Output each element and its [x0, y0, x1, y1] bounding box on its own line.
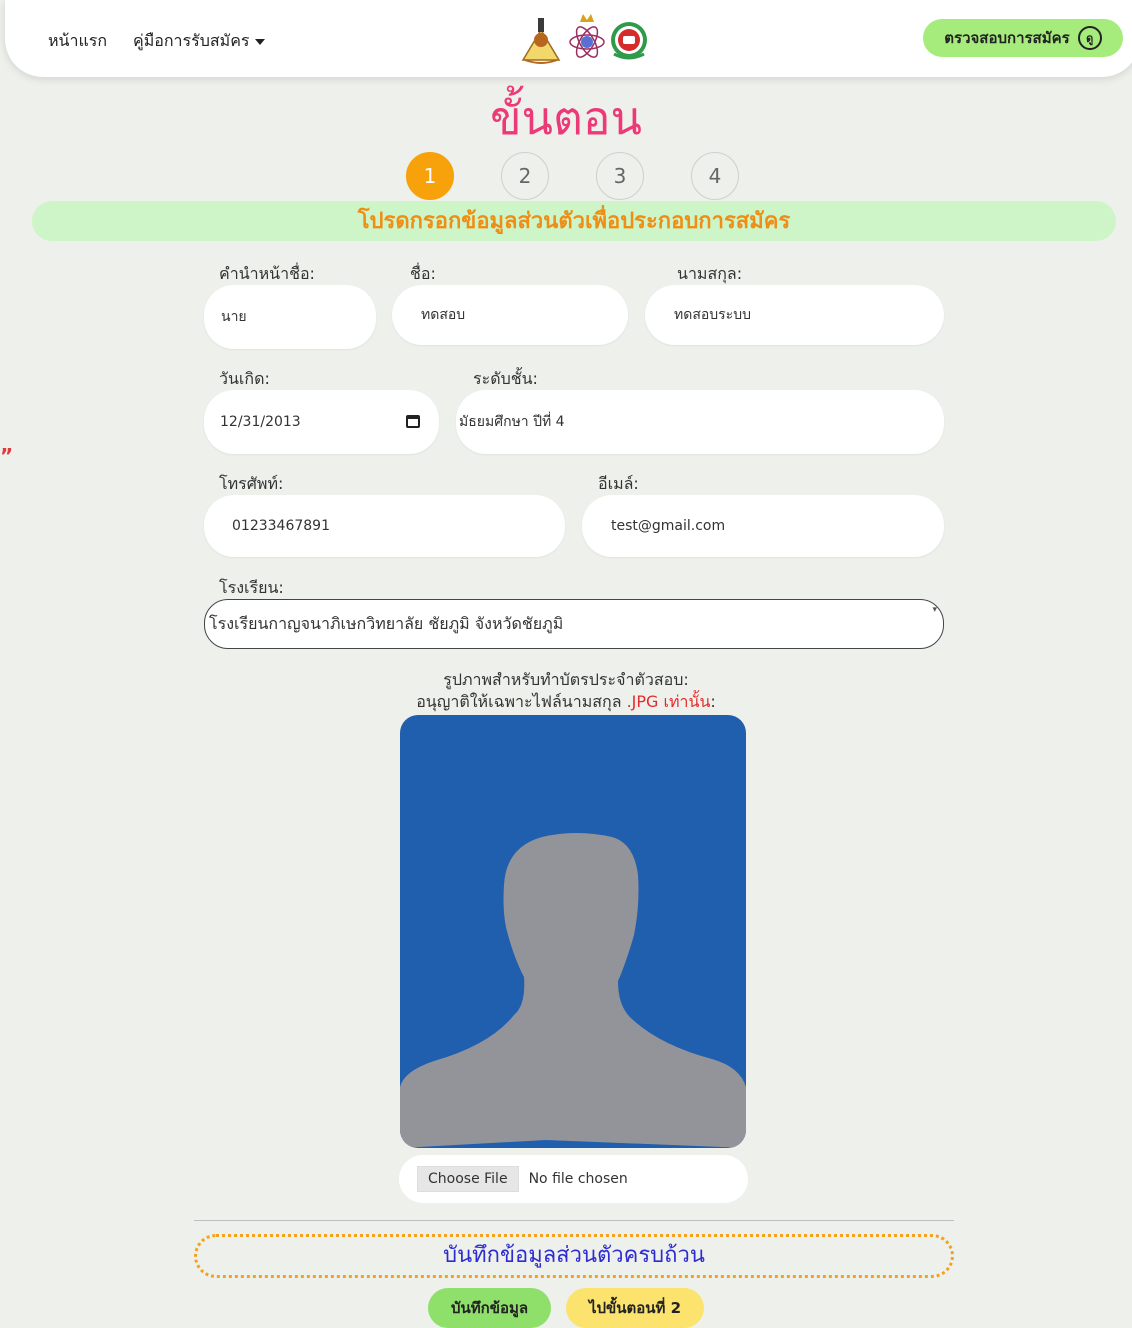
- choose-file-button[interactable]: Choose File: [417, 1166, 519, 1192]
- institution-logos: [521, 14, 647, 64]
- step-3[interactable]: 3: [596, 152, 644, 200]
- grade-label: ระดับชั้น:: [473, 369, 538, 388]
- calendar-icon[interactable]: [406, 415, 420, 428]
- nav-guide-label: คู่มือการรับสมัคร: [133, 31, 250, 50]
- photo-placeholder: [400, 715, 746, 1148]
- firstname-input[interactable]: ทดสอบ: [392, 285, 628, 345]
- file-upload[interactable]: Choose File No file chosen: [399, 1155, 748, 1203]
- step-1[interactable]: 1: [406, 152, 454, 200]
- school-select[interactable]: โรงเรียนกาญจนาภิเษกวิทยาลัย ชัยภูมิ จังห…: [204, 599, 944, 649]
- lastname-label: นามสกุล:: [677, 264, 743, 283]
- photo-caption-line2: อนุญาติให้เฉพาะไฟล์นามสกุล .JPG เท่านั้น…: [0, 691, 1132, 713]
- save-button[interactable]: บันทึกข้อมูล: [428, 1288, 551, 1328]
- school-value: โรงเรียนกาญจนาภิเษกวิทยาลัย ชัยภูมิ จังห…: [209, 613, 564, 633]
- prefix-select[interactable]: นาย: [204, 285, 376, 349]
- phone-input[interactable]: 01233467891: [204, 495, 565, 557]
- school-emblem-logo: [521, 18, 561, 64]
- photo-caption-suffix: :: [710, 692, 716, 711]
- email-value: test@gmail.com: [611, 518, 726, 534]
- chevron-down-icon: [255, 38, 266, 45]
- select-arrow-icon: ▾: [932, 605, 937, 615]
- nav-home-link[interactable]: หน้าแรก: [48, 29, 107, 54]
- page-title: ขั้นตอน: [490, 91, 642, 145]
- photo-caption-filetype: .JPG เท่านั้น: [626, 692, 711, 711]
- step-4[interactable]: 4: [691, 152, 739, 200]
- school-label: โรงเรียน:: [219, 578, 284, 597]
- check-application-label: ตรวจสอบการสมัคร: [944, 29, 1070, 47]
- phone-value: 01233467891: [232, 518, 330, 534]
- grade-value: มัธยมศึกษา ปีที่ 4: [459, 414, 565, 430]
- next-step-button[interactable]: ไปขั้นตอนที่ 2: [566, 1288, 704, 1328]
- science-atom-logo: [569, 14, 605, 58]
- prefix-value: นาย: [221, 309, 247, 325]
- file-status-text: No file chosen: [528, 1171, 628, 1187]
- photo-caption: รูปภาพสำหรับทำบัตรประจำตัวสอบ: อนุญาติให…: [0, 669, 1132, 713]
- photo-caption-line1: รูปภาพสำหรับทำบัตรประจำตัวสอบ:: [443, 670, 689, 689]
- birthdate-label: วันเกิด:: [219, 369, 270, 388]
- step-2[interactable]: 2: [501, 152, 549, 200]
- email-input[interactable]: test@gmail.com: [582, 495, 944, 557]
- complete-status-banner: บันทึกข้อมูลส่วนตัวครบถ้วน: [194, 1234, 954, 1278]
- lastname-value: ทดสอบระบบ: [674, 307, 751, 323]
- firstname-value: ทดสอบ: [421, 307, 466, 323]
- prefix-label: คำนำหน้าชื่อ:: [219, 264, 315, 283]
- birthdate-value: 12/31/2013: [220, 414, 301, 430]
- nav-guide-dropdown[interactable]: คู่มือการรับสมัคร: [133, 29, 266, 54]
- phone-label: โทรศัพท์:: [219, 474, 284, 493]
- birthdate-input[interactable]: 12/31/2013: [204, 390, 439, 454]
- email-label: อีเมล์:: [598, 474, 639, 493]
- photo-caption-prefix: อนุญาติให้เฉพาะไฟล์นามสกุล: [416, 692, 627, 711]
- section-banner: โปรดกรอกข้อมูลส่วนตัวเพื่อประกอบการสมัคร: [32, 201, 1116, 241]
- grade-select[interactable]: มัธยมศึกษา ปีที่ 4: [456, 390, 944, 454]
- check-application-button[interactable]: ตรวจสอบการสมัคร ดู: [923, 19, 1123, 57]
- stray-quote-mark: ”: [0, 444, 14, 468]
- firstname-label: ชื่อ:: [410, 264, 436, 283]
- lastname-input[interactable]: ทดสอบระบบ: [645, 285, 944, 345]
- divider: [194, 1220, 954, 1221]
- school-seal-logo: [611, 22, 647, 60]
- view-icon: ดู: [1077, 26, 1102, 50]
- top-navbar: หน้าแรก คู่มือการรับสมัคร ตรวจสอบการสมัค: [5, 0, 1132, 77]
